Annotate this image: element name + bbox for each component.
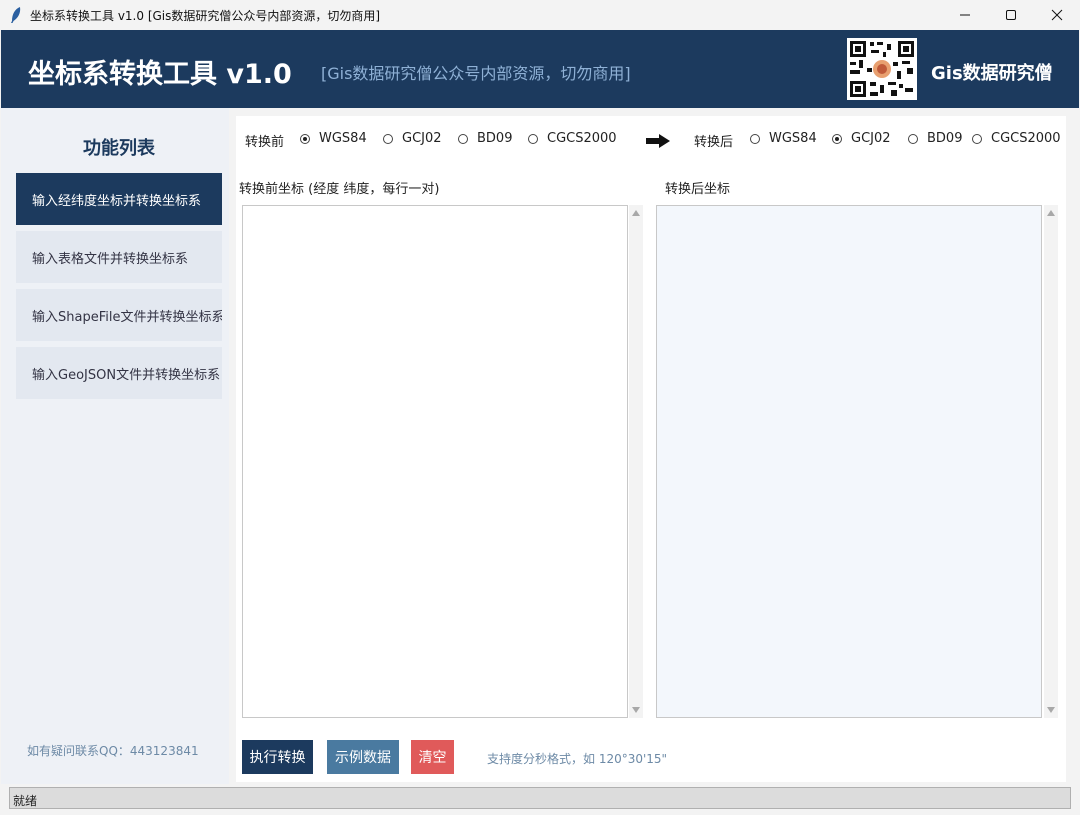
- input-scrollbar[interactable]: [629, 205, 643, 718]
- to-crs-label: 转换后: [694, 135, 734, 150]
- sidebar: 功能列表 输入经纬度坐标并转换坐标系 输入表格文件并转换坐标系 输入ShapeF…: [1, 108, 229, 784]
- scroll-up-icon[interactable]: [1047, 210, 1055, 216]
- app-subtitle: [Gis数据研究僧公众号内部资源，切勿商用]: [321, 64, 631, 83]
- close-button[interactable]: [1034, 0, 1080, 30]
- minimize-icon: [960, 14, 970, 16]
- input-coords-textarea[interactable]: [242, 205, 628, 718]
- to-radio-cgcs2000[interactable]: CGCS2000: [972, 131, 1061, 146]
- maximize-icon: [1006, 10, 1016, 20]
- close-icon: [1051, 9, 1063, 21]
- scroll-down-icon[interactable]: [1047, 707, 1055, 713]
- sidebar-item-latlon-convert[interactable]: 输入经纬度坐标并转换坐标系: [16, 173, 222, 225]
- minimize-button[interactable]: [942, 0, 988, 30]
- window-titlebar: 坐标系转换工具 v1.0 [Gis数据研究僧公众号内部资源，切勿商用]: [0, 0, 1080, 30]
- to-radio-gcj02[interactable]: GCJ02: [832, 131, 891, 146]
- convert-button[interactable]: 执行转换: [242, 740, 313, 774]
- format-hint: 支持度分秒格式，如 120°30'15": [487, 752, 668, 766]
- crs-selector-row: 转换前 WGS84 GCJ02 BD09 CGCS2000 转换后 WGS84 …: [236, 131, 1066, 150]
- output-scrollbar[interactable]: [1044, 205, 1058, 718]
- from-radio-wgs84[interactable]: WGS84: [300, 131, 367, 146]
- sidebar-item-label: 输入GeoJSON文件并转换坐标系: [32, 368, 221, 383]
- status-bar: 就绪: [9, 787, 1071, 809]
- contact-text: 如有疑问联系QQ：443123841: [27, 744, 199, 758]
- qr-code-image: [847, 38, 917, 100]
- radio-icon: [458, 133, 468, 144]
- radio-icon: [383, 133, 393, 144]
- sample-data-button[interactable]: 示例数据: [327, 740, 399, 774]
- arrow-right-icon: [646, 134, 670, 148]
- clear-button[interactable]: 清空: [411, 740, 454, 774]
- maximize-button[interactable]: [988, 0, 1034, 30]
- sidebar-item-label: 输入表格文件并转换坐标系: [32, 252, 189, 267]
- app-title: 坐标系转换工具 v1.0: [28, 59, 292, 90]
- sidebar-title: 功能列表: [83, 138, 155, 159]
- radio-icon: [908, 133, 918, 144]
- to-radio-bd09[interactable]: BD09: [908, 131, 962, 146]
- output-coords-label: 转换后坐标: [665, 182, 731, 197]
- to-radio-wgs84[interactable]: WGS84: [750, 131, 817, 146]
- from-radio-gcj02[interactable]: GCJ02: [383, 131, 442, 146]
- radio-selected-icon: [300, 133, 310, 144]
- sidebar-item-geojson-convert[interactable]: 输入GeoJSON文件并转换坐标系: [16, 347, 222, 399]
- from-crs-label: 转换前: [245, 135, 285, 150]
- radio-icon: [528, 133, 538, 144]
- scroll-up-icon[interactable]: [632, 210, 640, 216]
- sidebar-item-table-convert[interactable]: 输入表格文件并转换坐标系: [16, 231, 222, 283]
- org-name: Gis数据研究僧: [931, 63, 1053, 84]
- sidebar-item-label: 输入ShapeFile文件并转换坐标系: [32, 310, 222, 325]
- feather-icon: [11, 7, 21, 23]
- from-radio-cgcs2000[interactable]: CGCS2000: [528, 131, 617, 146]
- input-coords-label: 转换前坐标 (经度 纬度，每行一对): [239, 182, 440, 197]
- output-coords-textarea[interactable]: [656, 205, 1042, 718]
- radio-selected-icon: [832, 133, 842, 144]
- scroll-down-icon[interactable]: [632, 707, 640, 713]
- radio-icon: [750, 133, 760, 144]
- window-title: 坐标系转换工具 v1.0 [Gis数据研究僧公众号内部资源，切勿商用]: [30, 9, 381, 23]
- radio-icon: [972, 133, 982, 144]
- header-banner: 坐标系转换工具 v1.0 [Gis数据研究僧公众号内部资源，切勿商用] Gis数…: [1, 30, 1079, 108]
- main-panel: 转换前 WGS84 GCJ02 BD09 CGCS2000 转换后 WGS84 …: [236, 116, 1066, 782]
- sidebar-item-shapefile-convert[interactable]: 输入ShapeFile文件并转换坐标系: [16, 289, 222, 341]
- sidebar-item-label: 输入经纬度坐标并转换坐标系: [32, 194, 202, 209]
- status-text: 就绪: [13, 794, 38, 808]
- from-radio-bd09[interactable]: BD09: [458, 131, 512, 146]
